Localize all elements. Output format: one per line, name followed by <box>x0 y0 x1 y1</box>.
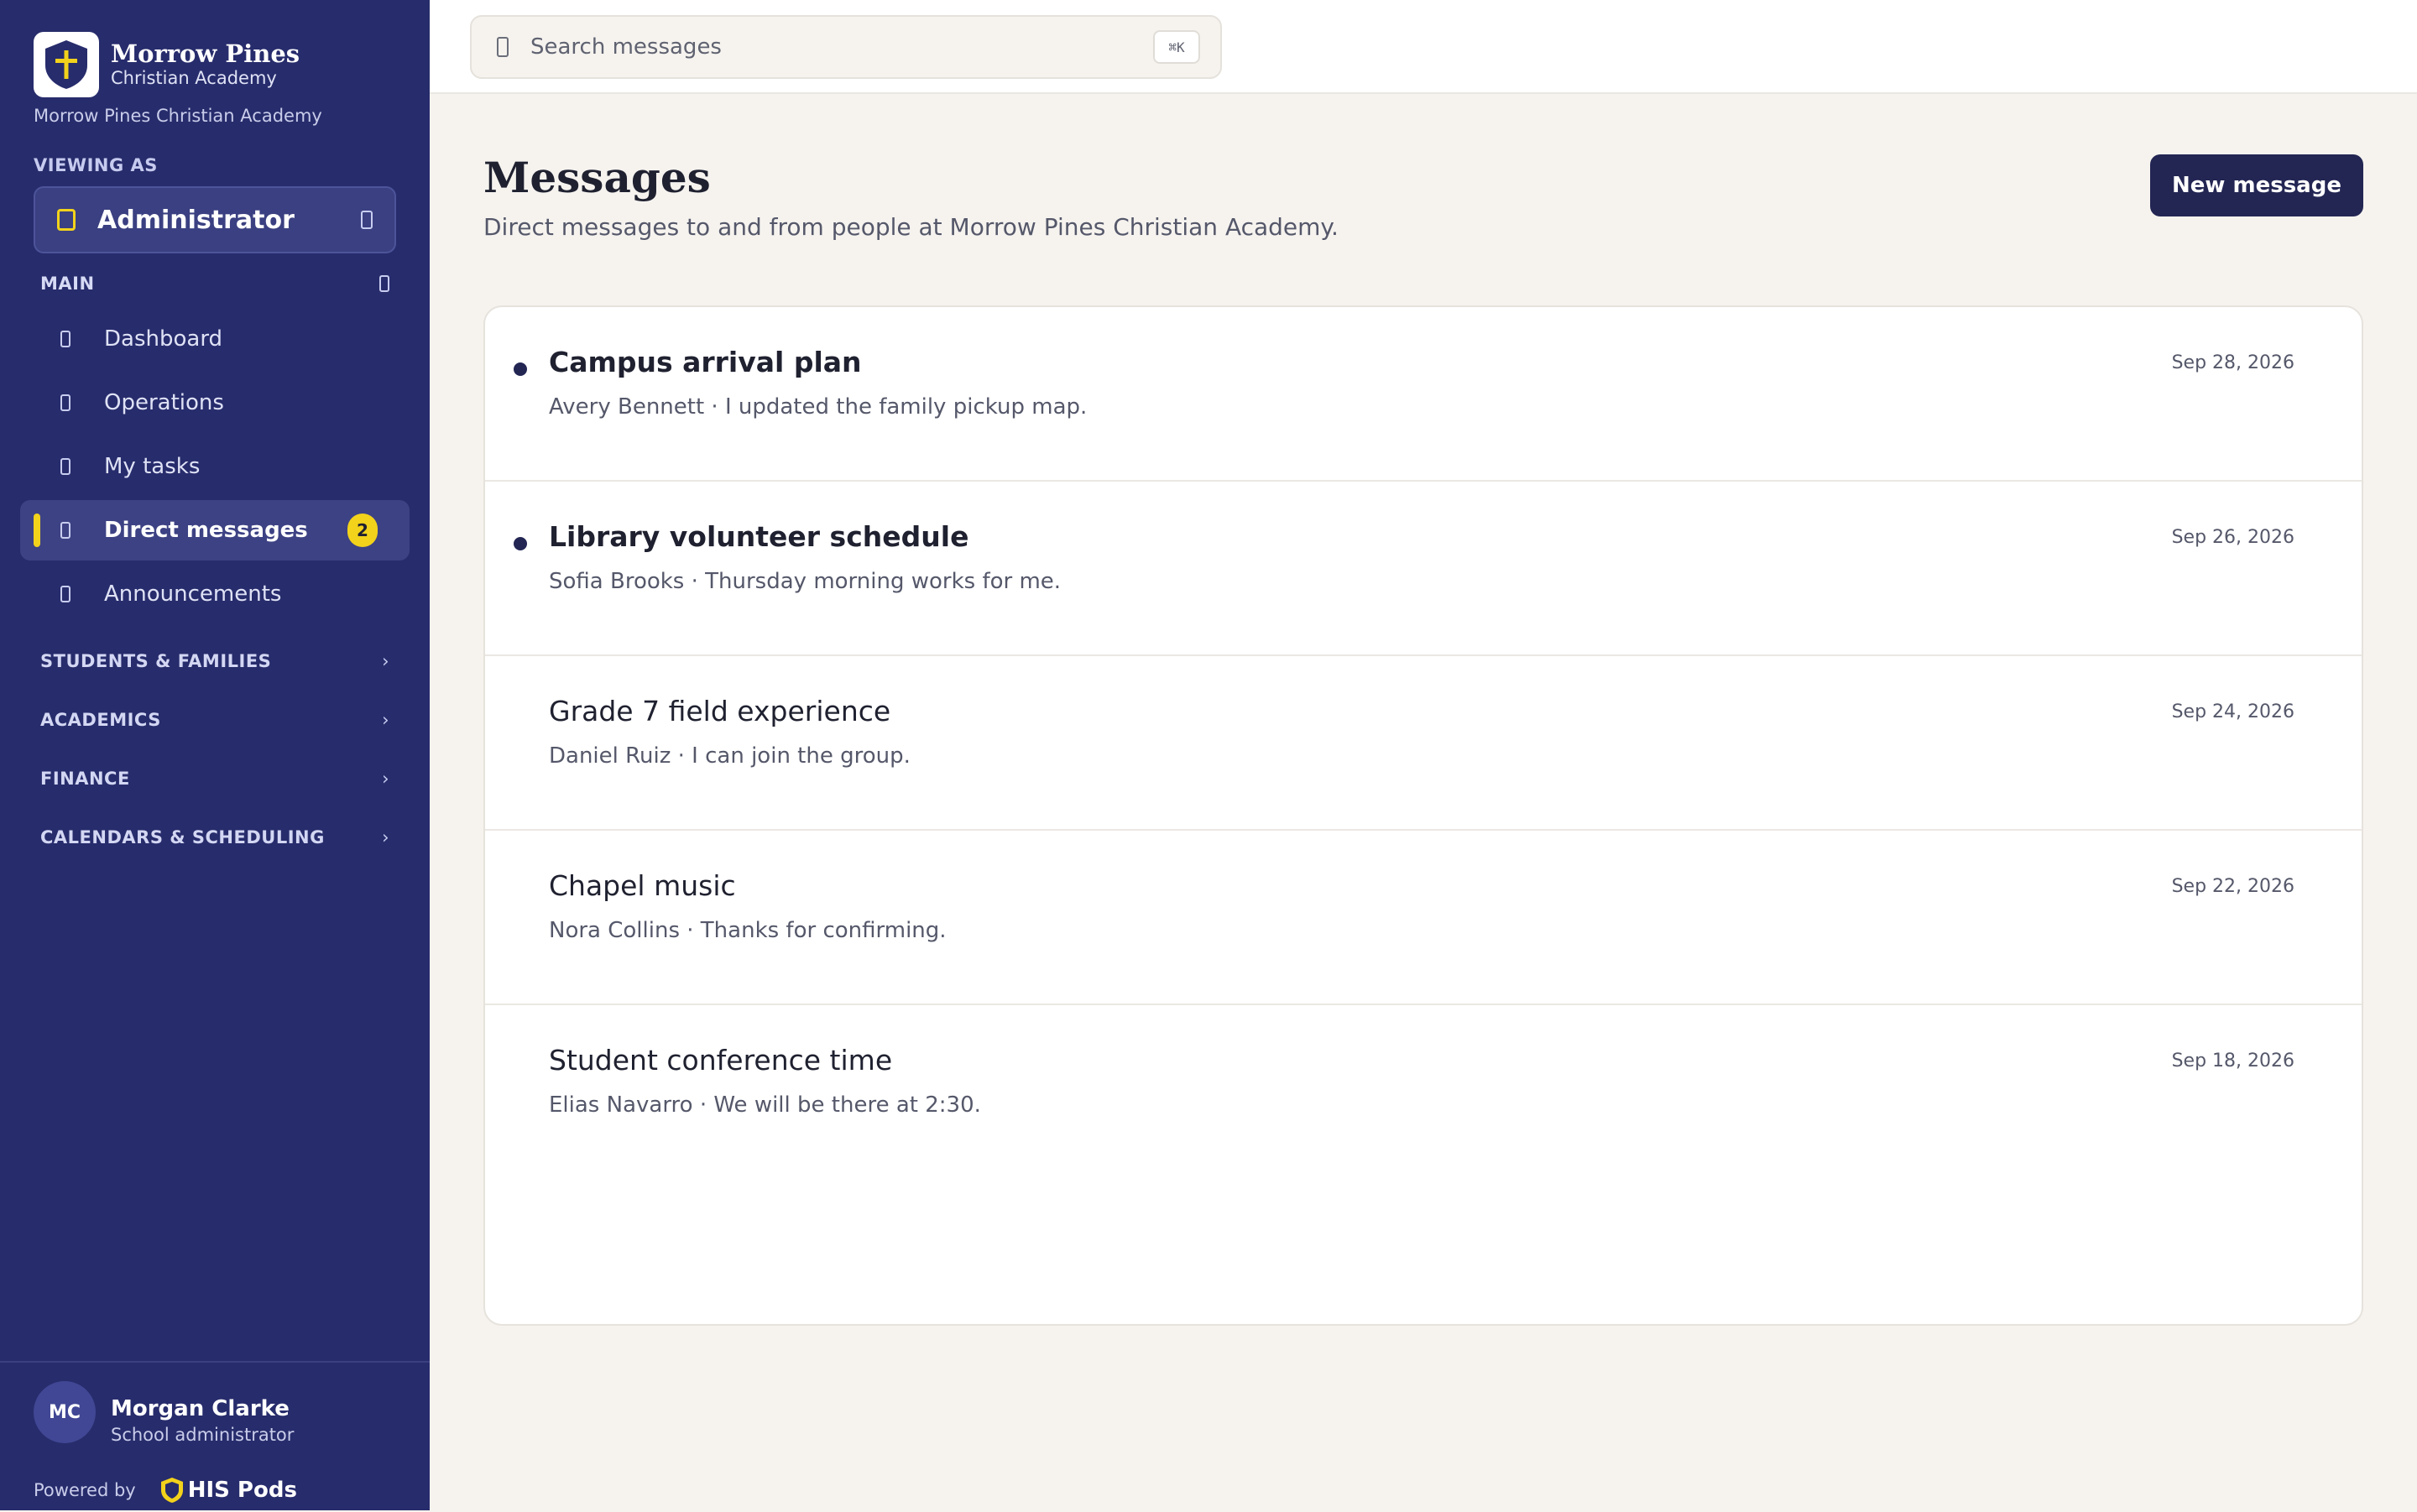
sidebar-item-dashboard[interactable]: Dashboard <box>20 309 410 369</box>
sidebar-item-label: Announcements <box>104 581 282 607</box>
message-preview: Daniel Ruiz · I can join the group. <box>549 743 911 769</box>
message-preview: Sofia Brooks · Thursday morning works fo… <box>549 569 1062 594</box>
message-row[interactable]: Grade 7 field experience Daniel Ruiz · I… <box>485 656 2362 831</box>
message-subject: Campus arrival plan <box>549 346 862 378</box>
message-row[interactable]: Chapel music Nora Collins · Thanks for c… <box>485 831 2362 1005</box>
message-subject: Library volunteer schedule <box>549 520 969 553</box>
user-name: Morgan Clarke <box>111 1396 290 1421</box>
message-row[interactable]: Campus arrival plan Avery Bennett · I up… <box>485 307 2362 482</box>
nav-group-label: STUDENTS & FAMILIES <box>40 651 272 671</box>
chevron-right-icon: › <box>382 769 389 789</box>
chevron-updown-icon <box>361 211 373 229</box>
nav-group-academics[interactable]: ACADEMICS › <box>40 710 389 735</box>
sidebar-item-announcements[interactable]: Announcements <box>20 564 410 624</box>
role-label: Administrator <box>97 205 295 235</box>
message-date: Sep 22, 2026 <box>2171 876 2294 897</box>
message-icon <box>60 522 70 539</box>
message-subject: Student conference time <box>549 1044 893 1077</box>
tasks-icon <box>60 458 70 475</box>
chevron-right-icon: › <box>382 710 389 730</box>
page-title: Messages <box>483 153 711 202</box>
sidebar-footer: MC Morgan Clarke School administrator Po… <box>0 1361 430 1512</box>
search-icon <box>497 37 509 57</box>
nav-group-students-families[interactable]: STUDENTS & FAMILIES › <box>40 651 389 676</box>
school-name: Morrow Pines Christian Academy <box>34 106 322 126</box>
chevron-right-icon: › <box>382 827 389 847</box>
message-date: Sep 26, 2026 <box>2171 527 2294 548</box>
unread-dot <box>514 537 527 550</box>
sidebar-item-operations[interactable]: Operations <box>20 373 410 433</box>
dashboard-icon <box>60 331 70 347</box>
message-date: Sep 18, 2026 <box>2171 1051 2294 1071</box>
page-subtitle: Direct messages to and from people at Mo… <box>483 213 1339 241</box>
megaphone-icon <box>60 586 70 602</box>
active-indicator <box>34 514 40 547</box>
search-box[interactable]: ⌘K <box>470 15 1222 79</box>
message-date: Sep 24, 2026 <box>2171 701 2294 722</box>
brand-subtitle: Christian Academy <box>111 68 277 88</box>
keyboard-shortcut-hint: ⌘K <box>1153 30 1200 64</box>
his-pods-logo[interactable]: HIS Pods <box>159 1477 297 1504</box>
avatar[interactable]: MC <box>34 1381 96 1443</box>
message-subject: Chapel music <box>549 869 736 902</box>
role-switcher[interactable]: Administrator <box>34 186 396 253</box>
top-bar: ⌘K <box>430 0 2417 94</box>
message-preview: Nora Collins · Thanks for confirming. <box>549 918 947 943</box>
sidebar-item-direct-messages[interactable]: Direct messages 2 <box>20 500 410 560</box>
powered-by: Powered by HIS Pods <box>34 1477 297 1504</box>
user-role: School administrator <box>111 1425 295 1445</box>
brand[interactable]: Morrow Pines Christian Academy <box>34 32 300 97</box>
chevron-right-icon: › <box>382 651 389 671</box>
sidebar: Morrow Pines Christian Academy Morrow Pi… <box>0 0 430 1510</box>
nav-group-calendars-scheduling[interactable]: CALENDARS & SCHEDULING › <box>40 827 389 852</box>
viewing-as-label: VIEWING AS <box>34 155 158 175</box>
main-section-header[interactable]: MAIN <box>40 274 389 294</box>
search-input[interactable] <box>529 34 1120 60</box>
sidebar-item-label: Direct messages <box>104 518 308 543</box>
unread-dot <box>514 362 527 376</box>
sidebar-item-my-tasks[interactable]: My tasks <box>20 436 410 497</box>
new-message-button[interactable]: New message <box>2150 154 2363 216</box>
brand-name: Morrow Pines <box>111 39 300 68</box>
pods-shield-icon <box>160 1478 183 1503</box>
main-section-label: MAIN <box>40 274 95 294</box>
message-preview: Elias Navarro · We will be there at 2:30… <box>549 1092 981 1118</box>
nav-group-label: FINANCE <box>40 769 130 789</box>
message-row[interactable]: Student conference time Elias Navarro · … <box>485 1005 2362 1180</box>
sidebar-item-label: My tasks <box>104 454 201 479</box>
powered-by-label: Powered by <box>34 1480 136 1500</box>
unread-count-badge: 2 <box>347 514 378 547</box>
nav-group-finance[interactable]: FINANCE › <box>40 769 389 794</box>
message-row[interactable]: Library volunteer schedule Sofia Brooks … <box>485 482 2362 656</box>
nav-group-label: CALENDARS & SCHEDULING <box>40 827 325 847</box>
message-list: Campus arrival plan Avery Bennett · I up… <box>483 305 2363 1326</box>
message-date: Sep 28, 2026 <box>2171 352 2294 373</box>
message-subject: Grade 7 field experience <box>549 695 891 727</box>
product-name: HIS Pods <box>187 1478 297 1503</box>
sidebar-item-label: Operations <box>104 390 224 415</box>
shield-cross-icon <box>34 32 99 97</box>
operations-icon <box>60 394 70 411</box>
message-preview: Avery Bennett · I updated the family pic… <box>549 394 1088 420</box>
nav-group-label: ACADEMICS <box>40 710 161 730</box>
collapse-icon <box>379 275 389 292</box>
sidebar-item-label: Dashboard <box>104 326 223 352</box>
user-badge-icon <box>57 209 76 231</box>
